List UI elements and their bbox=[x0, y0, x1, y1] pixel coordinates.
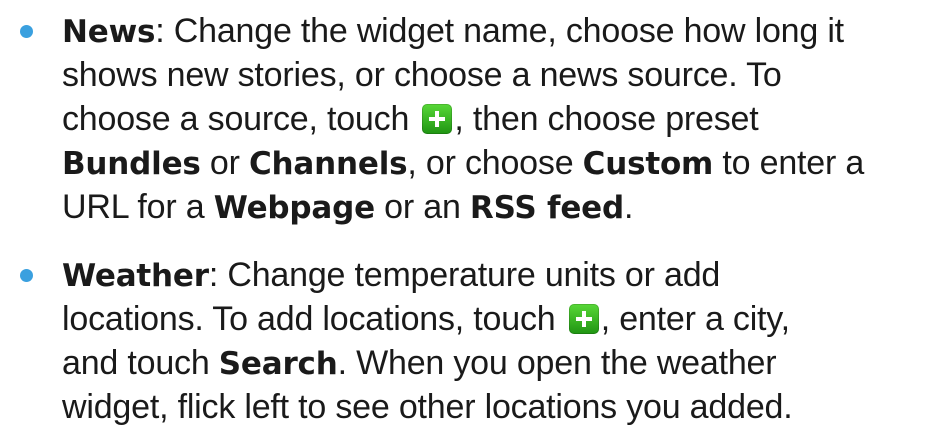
bullet-icon bbox=[20, 25, 33, 38]
term-news: News bbox=[62, 14, 156, 50]
text-line: locations. To add locations, touch , ent… bbox=[62, 300, 790, 338]
help-document: News: Change the widget name, choose how… bbox=[0, 0, 926, 426]
text-line: and touch Search. When you open the weat… bbox=[62, 344, 777, 382]
text-line: Weather: Change temperature units or add bbox=[62, 256, 721, 294]
text-line: choose a source, touch , then choose pre… bbox=[62, 100, 759, 138]
text-line: shows new stories, or choose a news sour… bbox=[62, 56, 782, 94]
plus-icon bbox=[568, 304, 599, 334]
text-line: widget, flick left to see other location… bbox=[62, 388, 793, 426]
bullet-icon bbox=[20, 269, 33, 282]
text-line: URL for a Webpage or an RSS feed. bbox=[62, 188, 634, 226]
text-line: News: Change the widget name, choose how… bbox=[62, 12, 844, 50]
term-weather: Weather bbox=[62, 258, 209, 294]
text-line: Bundles or Channels, or choose Custom to… bbox=[62, 144, 865, 182]
plus-icon bbox=[422, 104, 453, 134]
